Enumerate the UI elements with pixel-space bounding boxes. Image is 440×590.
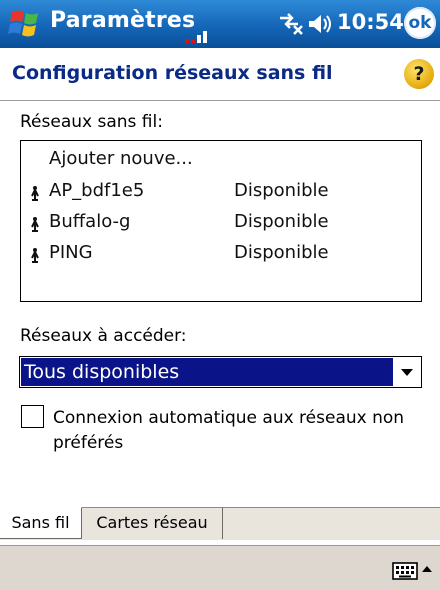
tab-cartes-reseau[interactable]: Cartes réseau bbox=[82, 507, 223, 539]
speaker-icon[interactable] bbox=[307, 11, 333, 37]
network-name: AP_bdf1e5 bbox=[49, 180, 145, 201]
connectivity-icon[interactable] bbox=[276, 10, 304, 36]
title-bar: Paramètres 10:54 ok bbox=[0, 0, 440, 48]
network-row[interactable]: AP_bdf1e5 Disponible bbox=[21, 177, 421, 207]
tab-sans-fil[interactable]: Sans fil bbox=[0, 507, 82, 539]
chevron-down-icon[interactable] bbox=[401, 369, 413, 376]
header-divider bbox=[0, 100, 440, 101]
clock[interactable]: 10:54 bbox=[337, 10, 404, 34]
add-new-label: Ajouter nouve... bbox=[49, 148, 193, 169]
page-title: Configuration réseaux sans fil bbox=[12, 62, 333, 84]
antenna-icon bbox=[31, 217, 39, 232]
access-label: Réseaux à accéder: bbox=[20, 326, 187, 346]
networks-label: Réseaux sans fil: bbox=[20, 112, 163, 132]
input-menu-arrow-icon[interactable] bbox=[422, 566, 432, 572]
network-status: Disponible bbox=[234, 180, 329, 201]
app-title: Paramètres bbox=[50, 8, 196, 33]
network-name: PING bbox=[49, 242, 93, 263]
access-select[interactable]: Tous disponibles bbox=[19, 356, 422, 388]
tab-bar: Sans fil Cartes réseau bbox=[0, 507, 440, 540]
auto-connect-label[interactable]: Connexion automatique aux réseaux non pr… bbox=[53, 406, 423, 456]
keyboard-icon[interactable] bbox=[392, 562, 418, 580]
help-icon-glyph: ? bbox=[413, 63, 425, 85]
help-icon[interactable]: ? bbox=[404, 59, 434, 89]
network-row[interactable]: Buffalo-g Disponible bbox=[21, 208, 421, 238]
network-list[interactable]: Ajouter nouve... AP_bdf1e5 Disponible Bu… bbox=[20, 140, 422, 302]
antenna-icon bbox=[31, 186, 39, 201]
signal-strength-icon[interactable] bbox=[183, 26, 213, 44]
antenna-icon bbox=[31, 248, 39, 263]
network-row[interactable]: PING Disponible bbox=[21, 239, 421, 269]
ok-button-label: ok bbox=[408, 13, 432, 33]
list-item-add-new[interactable]: Ajouter nouve... bbox=[21, 145, 421, 175]
access-select-value: Tous disponibles bbox=[21, 358, 393, 386]
menu-bar bbox=[0, 545, 440, 590]
auto-connect-checkbox[interactable] bbox=[21, 405, 44, 428]
network-status: Disponible bbox=[234, 211, 329, 232]
windows-flag-icon[interactable] bbox=[6, 6, 44, 42]
network-status: Disponible bbox=[234, 242, 329, 263]
network-name: Buffalo-g bbox=[49, 211, 131, 232]
ok-button[interactable]: ok bbox=[404, 7, 436, 39]
